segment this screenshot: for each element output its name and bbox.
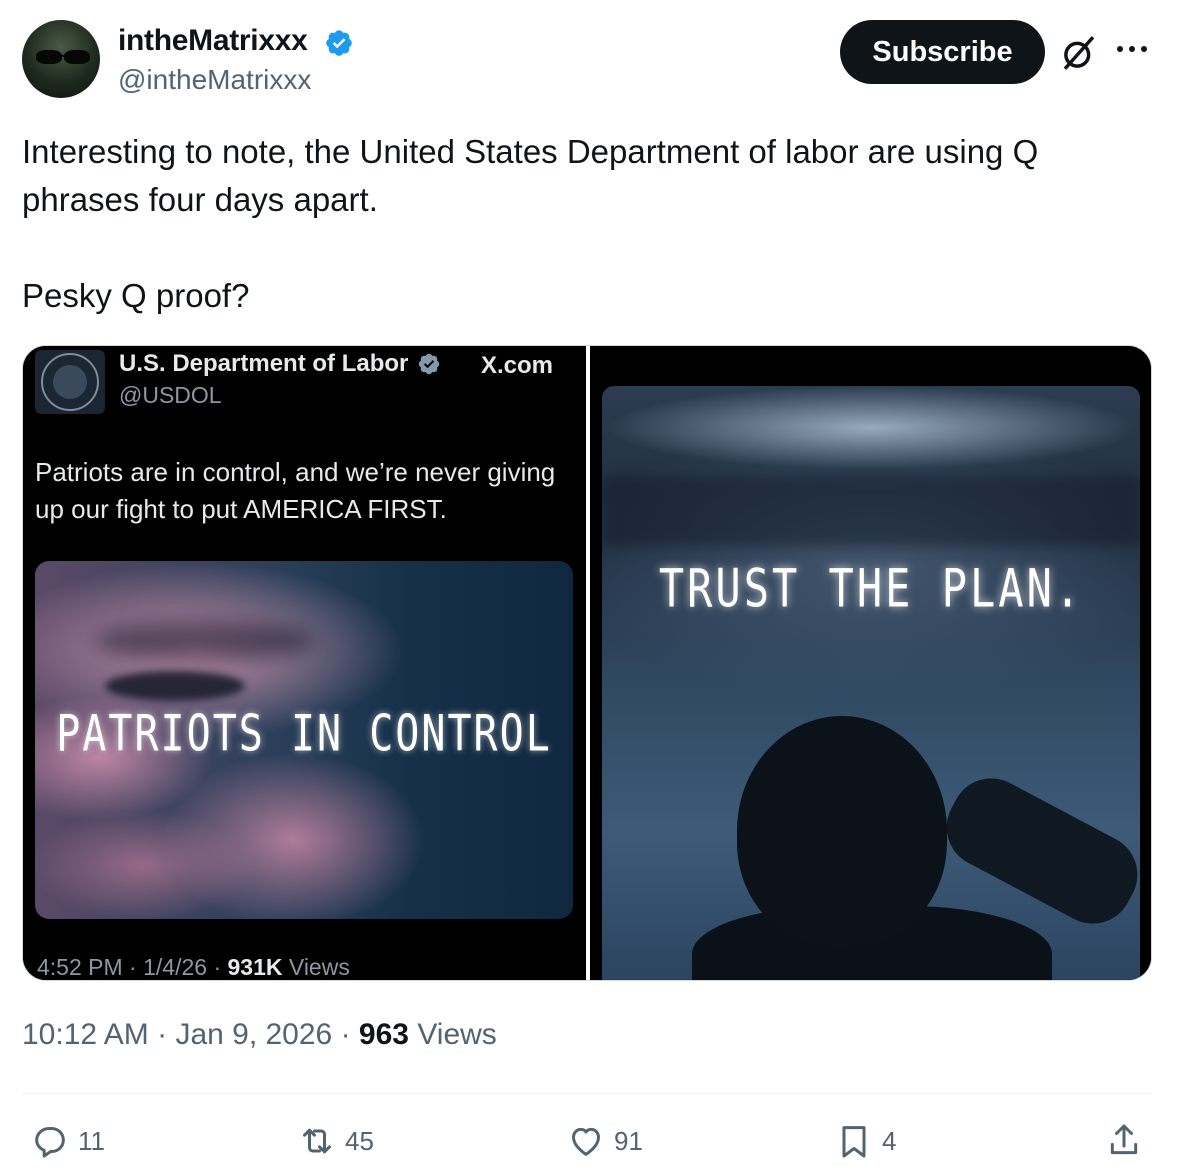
embedded-tweet-text: Patriots are in control, and we’re never…: [35, 457, 556, 524]
embedded-meta: 4:52 PM · 1/4/26 · 931K Views: [37, 954, 350, 980]
reply-button[interactable]: 11: [30, 1120, 105, 1162]
patriots-caption: PATRIOTS IN CONTROL: [56, 705, 552, 763]
avatar-sunglasses-bridge: [60, 55, 66, 57]
trust-caption: TRUST THE PLAN.: [658, 557, 1084, 620]
repost-button[interactable]: 45: [297, 1120, 374, 1162]
repost-count: 45: [345, 1125, 374, 1156]
patriots-in-control-image: PATRIOTS IN CONTROL: [35, 561, 573, 919]
avatar-sunglasses-right: [64, 50, 90, 64]
media-image-left[interactable]: U.S. Department of Labor X.com @USDOL Pa…: [23, 346, 586, 980]
divider: [22, 1093, 1152, 1094]
embedded-source: X.com: [481, 352, 554, 379]
media-grid[interactable]: U.S. Department of Labor X.com @USDOL Pa…: [22, 345, 1152, 981]
avatar-sunglasses-left: [36, 50, 62, 64]
avatar[interactable]: [22, 20, 100, 98]
embedded-date: 1/4/26: [143, 954, 208, 980]
embedded-views-count: 931K: [227, 954, 283, 980]
reply-icon: [35, 1127, 65, 1158]
like-count: 91: [614, 1125, 643, 1156]
subscribe-button[interactable]: Subscribe: [840, 20, 1045, 84]
reply-count: 11: [78, 1125, 105, 1156]
repost-icon: [303, 1128, 331, 1154]
embedded-time: 4:52 PM: [37, 954, 123, 980]
media-image-right[interactable]: TRUST THE PLAN.: [590, 346, 1151, 980]
embedded-account-handle: @USDOL: [119, 382, 222, 408]
tweet-date: Jan 9, 2026: [175, 1018, 333, 1051]
dol-seal-logo: [35, 350, 105, 414]
author-display-name[interactable]: intheMatrixxx: [118, 24, 308, 58]
bookmark-icon: [842, 1126, 866, 1158]
embedded-views-label: Views: [288, 954, 350, 980]
tweet-text: Interesting to note, the United States D…: [22, 128, 1152, 320]
tweet-timestamp[interactable]: 10:12 AM · Jan 9, 2026 · 963 Views: [22, 1018, 497, 1052]
author-handle[interactable]: @intheMatrixxx: [118, 64, 311, 96]
trust-the-plan-image: TRUST THE PLAN.: [602, 386, 1140, 980]
bookmark-count: 4: [882, 1125, 897, 1156]
share-icon: [1110, 1124, 1138, 1155]
tweet-time: 10:12 AM: [22, 1018, 149, 1051]
silhouette-head: [737, 716, 947, 946]
bookmark-button[interactable]: 4: [834, 1120, 896, 1162]
views-label: Views: [417, 1018, 497, 1051]
like-icon: [572, 1127, 600, 1156]
grok-icon[interactable]: [1058, 32, 1100, 74]
gray-verified-badge-icon: [418, 353, 440, 375]
embedded-account-name: U.S. Department of Labor: [119, 350, 409, 377]
more-icon[interactable]: [1112, 34, 1152, 64]
verified-badge-icon: [326, 30, 352, 56]
views-count: 963: [358, 1018, 409, 1051]
tweet-paragraph: Interesting to note, the United States D…: [22, 133, 1039, 218]
like-button[interactable]: 91: [566, 1120, 643, 1162]
tweet-paragraph: Pesky Q proof?: [22, 277, 250, 314]
share-button[interactable]: [1104, 1120, 1144, 1162]
